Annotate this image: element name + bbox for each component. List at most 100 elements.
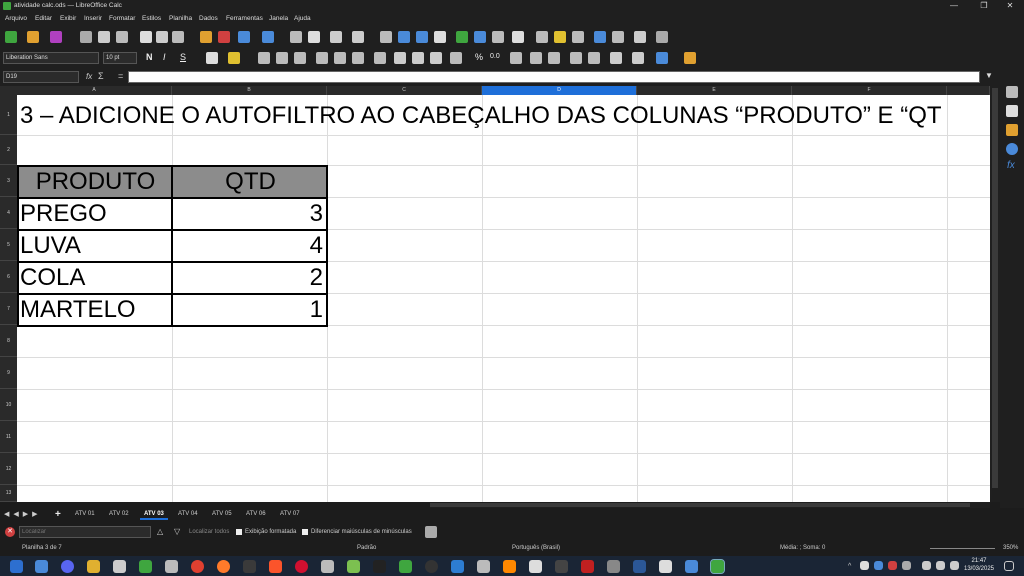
- table-cell-qty[interactable]: 2: [175, 262, 323, 294]
- function-wizard-button[interactable]: fx: [86, 72, 92, 81]
- spelling-icon[interactable]: [308, 31, 320, 43]
- font-color-icon[interactable]: [206, 52, 218, 64]
- app-icon[interactable]: [477, 560, 490, 573]
- app-icon[interactable]: [607, 560, 620, 573]
- column-header-a[interactable]: A: [17, 86, 172, 95]
- sheet-navigation-icon[interactable]: ◀◀▶▶: [4, 510, 42, 518]
- redo-icon[interactable]: [262, 31, 274, 43]
- sheet-tab-atv-07[interactable]: ATV 07: [280, 511, 300, 517]
- tray-icon[interactable]: [888, 561, 897, 570]
- firefox-icon[interactable]: [217, 560, 230, 573]
- app-icon[interactable]: [425, 560, 438, 573]
- notifications-icon[interactable]: [1004, 561, 1014, 571]
- align-bottom-icon[interactable]: [352, 52, 364, 64]
- open-icon[interactable]: [27, 31, 39, 43]
- row-header-7[interactable]: 7: [0, 293, 17, 325]
- tray-icon[interactable]: [874, 561, 883, 570]
- comment-icon[interactable]: [554, 31, 566, 43]
- scroll-thumb[interactable]: [992, 88, 998, 488]
- italic-button[interactable]: I: [163, 52, 166, 62]
- row-header-6[interactable]: 6: [0, 261, 17, 293]
- font-size-select[interactable]: 10 pt: [103, 52, 137, 64]
- minecraft-icon[interactable]: [347, 560, 360, 573]
- underline-button[interactable]: S: [180, 52, 186, 62]
- new-icon[interactable]: [5, 31, 17, 43]
- define-print-area-icon[interactable]: [594, 31, 606, 43]
- sheet-tab-atv-04[interactable]: ATV 04: [178, 511, 198, 517]
- autofilter-icon[interactable]: [434, 31, 446, 43]
- date-format-icon[interactable]: [510, 52, 522, 64]
- freeze-icon[interactable]: [612, 31, 624, 43]
- table-cell-qty[interactable]: 4: [175, 230, 323, 262]
- row-header-10[interactable]: 10: [0, 389, 17, 421]
- column-header-c[interactable]: C: [327, 86, 482, 95]
- libreoffice-calc-icon[interactable]: [710, 559, 725, 574]
- merge-center-icon[interactable]: [394, 52, 406, 64]
- brave-icon[interactable]: [269, 560, 282, 573]
- menu-inserir[interactable]: Inserir: [84, 15, 102, 22]
- properties-icon[interactable]: [1006, 86, 1018, 98]
- clock-time[interactable]: 21:47: [964, 558, 994, 564]
- close-button[interactable]: ✕: [996, 0, 1024, 12]
- highlight-icon[interactable]: [228, 52, 240, 64]
- clone-icon[interactable]: [200, 31, 212, 43]
- heading-cell[interactable]: 3 – ADICIONE O AUTOFILTRO AO CABEÇALHO D…: [20, 98, 988, 134]
- app-icon[interactable]: [321, 560, 334, 573]
- hscroll-thumb[interactable]: [430, 503, 970, 507]
- app-icon[interactable]: [685, 560, 698, 573]
- formula-input[interactable]: [128, 71, 980, 83]
- table-cell-qty[interactable]: 1: [175, 294, 323, 326]
- select-all-corner[interactable]: [0, 86, 17, 95]
- pivot-table-icon[interactable]: [492, 31, 504, 43]
- delete-decimal-icon[interactable]: [548, 52, 560, 64]
- cut-icon[interactable]: [140, 31, 152, 43]
- split-window-icon[interactable]: [634, 31, 646, 43]
- whatsapp-icon[interactable]: [139, 560, 152, 573]
- zoom-slider[interactable]: [930, 548, 995, 549]
- hyperlink-icon[interactable]: [536, 31, 548, 43]
- align-center-icon[interactable]: [276, 52, 288, 64]
- percent-button[interactable]: %: [475, 52, 483, 62]
- sheet-tab-atv-05[interactable]: ATV 05: [212, 511, 232, 517]
- find-replace-dialog-icon[interactable]: [425, 526, 437, 538]
- gallery-icon[interactable]: [1006, 124, 1018, 136]
- sum-display[interactable]: Média: ; Soma: 0: [780, 545, 825, 551]
- header-cell-qtd[interactable]: QTD: [173, 166, 328, 198]
- maximize-button[interactable]: ❐: [970, 0, 998, 12]
- formula-button[interactable]: =: [118, 71, 123, 81]
- chrome-icon[interactable]: [191, 560, 204, 573]
- menu-ajuda[interactable]: Ajuda: [294, 15, 311, 22]
- zoom-level[interactable]: 350%: [1003, 545, 1018, 551]
- unmerge-cells-icon[interactable]: [430, 52, 442, 64]
- name-box[interactable]: D19: [3, 71, 79, 83]
- row-header-11[interactable]: 11: [0, 421, 17, 453]
- app-icon[interactable]: [165, 560, 178, 573]
- copy-icon[interactable]: [156, 31, 168, 43]
- increase-indent-icon[interactable]: [570, 52, 582, 64]
- discord-icon[interactable]: [61, 560, 74, 573]
- row-header-5[interactable]: 5: [0, 229, 17, 261]
- sort-icon[interactable]: [380, 31, 392, 43]
- align-left-icon[interactable]: [258, 52, 270, 64]
- app-icon[interactable]: [399, 560, 412, 573]
- language[interactable]: Português (Brasil): [512, 545, 560, 551]
- special-character-icon[interactable]: [512, 31, 524, 43]
- app-icon[interactable]: [113, 560, 126, 573]
- table-cell-qty[interactable]: 3: [175, 198, 323, 230]
- add-sheet-icon[interactable]: +: [55, 509, 61, 520]
- row-header-13[interactable]: 13: [0, 485, 17, 502]
- bold-button[interactable]: N: [146, 52, 153, 62]
- menu-dados[interactable]: Dados: [199, 15, 218, 22]
- decrease-indent-icon[interactable]: [588, 52, 600, 64]
- row-icon[interactable]: [330, 31, 342, 43]
- table-cell-product[interactable]: COLA: [20, 262, 170, 294]
- row-header-9[interactable]: 9: [0, 357, 17, 389]
- preview-icon[interactable]: [116, 31, 128, 43]
- table-cell-product[interactable]: PREGO: [20, 198, 170, 230]
- minimize-button[interactable]: —: [940, 0, 968, 12]
- paste-icon[interactable]: [172, 31, 184, 43]
- undo-icon[interactable]: [238, 31, 250, 43]
- font-name-select[interactable]: Liberation Sans: [3, 52, 99, 64]
- chart-icon[interactable]: [474, 31, 486, 43]
- menu-editar[interactable]: Editar: [35, 15, 52, 22]
